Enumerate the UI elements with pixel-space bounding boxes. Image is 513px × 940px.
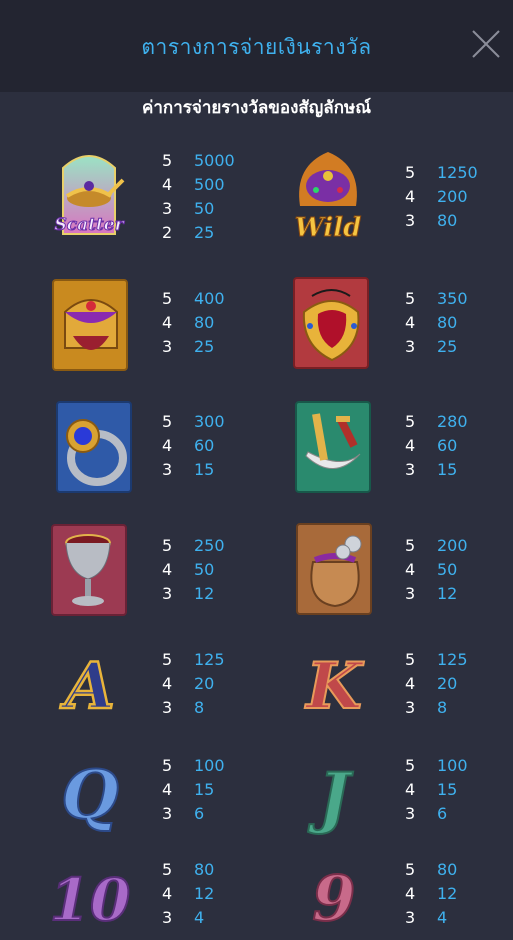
number-10-payout-list: 5 80 4 12 34 [162,858,272,930]
payout-row: 5 400 [162,289,225,308]
payout-row: 36 [162,804,205,823]
payout-row: 3 50 [162,199,215,218]
close-icon[interactable] [470,28,502,60]
dagger-payout-list: 5 280 4 60 3 15 [405,410,513,482]
letter-k-label: K [304,649,364,724]
wild-payout-list: 5 1250 4 200 3 80 [405,161,513,233]
payout-row: 3 15 [162,460,215,479]
payout-row: 3 25 [162,337,215,356]
payout-row: 3 12 [405,584,458,603]
payout-row: 5 125 [405,650,468,669]
payout-row: 4 12 [405,884,458,903]
payout-row: 3 12 [162,584,215,603]
amulet-icon [293,277,369,369]
payout-row: 4 20 [162,674,215,693]
number-9-label: 9 [312,862,355,935]
crown-icon [52,279,128,371]
payout-row: 4 15 [405,780,458,799]
letter-a-payout-list: 5 125 4 20 38 [162,648,272,720]
scatter-payout-list: 5 5000 4 500 3 50 2 25 [162,149,272,245]
letter-q-label: Q [61,756,119,834]
payout-row: 2 25 [162,223,215,242]
payout-row: 5 80 [162,860,215,879]
scatter-lamp-icon: Scatter [54,155,125,236]
payout-row: 4 50 [162,560,215,579]
number-10-label: 10 [50,866,130,934]
dagger-icon [295,401,371,493]
letter-a-label: A [60,649,115,724]
payout-row: 38 [405,698,448,717]
payout-row: 34 [405,908,448,927]
wild-genie-icon: Wild [294,152,362,240]
number-10-icon: 10 [50,865,130,935]
letter-j-icon: J [306,757,354,837]
payout-row: 5 100 [405,756,468,775]
ring-icon [56,401,132,493]
scatter-label: Scatter [54,215,124,235]
payout-row: 5 200 [405,536,468,555]
payout-row: 4 50 [405,560,458,579]
payout-row: 5 300 [162,412,225,431]
amulet-payout-list: 5 350 4 80 3 25 [405,287,513,359]
payout-row: 38 [162,698,205,717]
payout-row: 3 80 [405,211,458,230]
goblet-icon [51,524,127,616]
payout-row: 5 5000 [162,151,235,170]
payout-row: 36 [405,804,448,823]
paytable-title: ตารางการจ่ายเงินรางวัล [141,35,372,59]
payout-row: 5 280 [405,412,468,431]
coin-bag-payout-list: 5 200 4 50 3 12 [405,534,513,606]
payout-row: 4 80 [162,313,215,332]
coin-bag-icon [296,523,372,615]
payout-row: 5 1250 [405,163,478,182]
letter-q-payout-list: 5 100 4 15 36 [162,754,272,826]
payout-row: 5 250 [162,536,225,555]
letter-a-icon: A [59,648,116,726]
ring-payout-list: 5 300 4 60 3 15 [162,410,272,482]
letter-j-payout-list: 5 100 4 15 36 [405,754,513,826]
payout-row: 4 15 [162,780,215,799]
goblet-payout-list: 5 250 4 50 3 12 [162,534,272,606]
payout-row: 34 [162,908,205,927]
payout-row: 5 125 [162,650,225,669]
payout-row: 5 350 [405,289,468,308]
letter-k-payout-list: 5 125 4 20 38 [405,648,513,720]
symbol-payout-heading: ค่าการจ่ายรางวัลของสัญลักษณ์ [142,98,371,118]
payout-row: 4 60 [162,436,215,455]
letter-j-label: J [307,758,353,836]
payout-row: 3 25 [405,337,458,356]
payout-row: 4 200 [405,187,468,206]
payout-row: 5 80 [405,860,458,879]
payout-row: 4 12 [162,884,215,903]
payout-row: 5 100 [162,756,225,775]
payout-row: 4 80 [405,313,458,332]
letter-k-icon: K [303,648,365,725]
payout-row: 4 500 [162,175,225,194]
payout-row: 4 60 [405,436,458,455]
number-9-icon: 9 [311,861,356,936]
payout-row: 4 20 [405,674,458,693]
header-bar: ตารางการจ่ายเงินรางวัล [0,0,513,92]
payout-row: 3 15 [405,460,458,479]
wild-label: Wild [295,213,362,240]
crown-payout-list: 5 400 4 80 3 25 [162,287,272,359]
letter-q-icon: Q [60,755,120,835]
number-9-payout-list: 5 80 4 12 34 [405,858,513,930]
